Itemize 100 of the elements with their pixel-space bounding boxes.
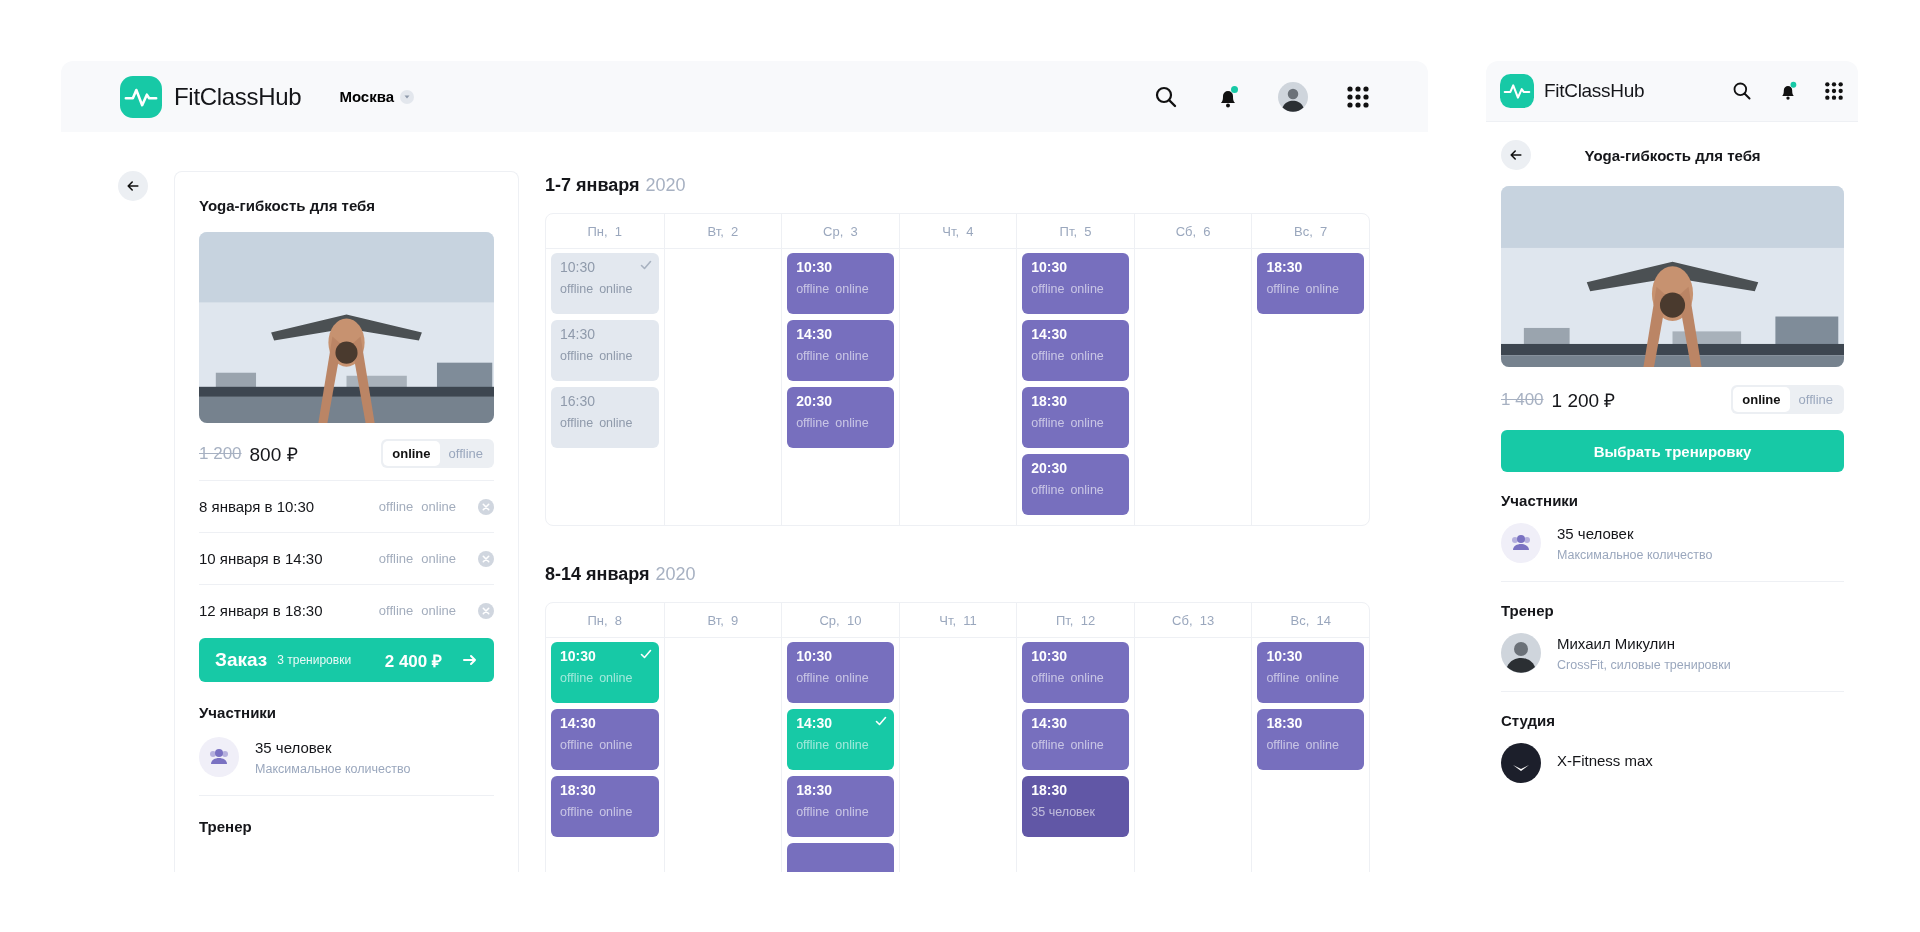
back-button[interactable] [118, 171, 148, 201]
old-price: 1 400 [1501, 389, 1544, 410]
caret-icon [400, 89, 415, 104]
mode-option[interactable]: online [383, 441, 440, 466]
slot-time: 10:30 [1031, 259, 1068, 275]
booking-mode: online [421, 499, 456, 514]
slot-label: online [835, 738, 869, 752]
slot-time: 14:30 [560, 715, 596, 731]
slot-label: offline [796, 349, 830, 363]
slot-label: offline [560, 671, 594, 685]
slot-label: online [1070, 483, 1104, 497]
slot-label: online [1070, 349, 1104, 363]
slot-label: offline [560, 282, 594, 296]
class-slot[interactable]: 10:30 offline online [787, 642, 894, 703]
apps-grid-icon[interactable] [1824, 81, 1844, 101]
class-slot[interactable]: 18:30 35 человек [1022, 776, 1129, 837]
booking-date: 8 января в 10:30 [199, 498, 316, 515]
class-slot[interactable]: 18:30 offline online [1022, 387, 1129, 448]
check-icon [639, 648, 652, 660]
day-header: Вт, 2 [664, 214, 782, 249]
search-icon[interactable] [1732, 81, 1752, 101]
class-slot[interactable]: 14:30 offline online [1022, 320, 1129, 381]
day-header: Пт, 5 [1017, 214, 1134, 249]
studio-name: X-Fitness max [1557, 751, 1653, 769]
back-button[interactable] [1501, 140, 1531, 170]
class-slot[interactable]: 10:30 offline online [1022, 642, 1129, 703]
slot-time: 14:30 [560, 326, 596, 342]
slot-time: 14:30 [1031, 715, 1068, 731]
class-slot[interactable]: 14:30 offline online [551, 709, 659, 770]
user-avatar[interactable] [1278, 81, 1308, 112]
slot-label: offline [796, 416, 830, 430]
slot-label: online [835, 349, 869, 363]
slot-time: 10:30 [1031, 648, 1068, 664]
class-slot[interactable]: 20:30 offline online [1022, 454, 1129, 515]
slot-time: 16:30 [560, 393, 596, 409]
slot-time: 18:30 [1266, 259, 1303, 275]
slot-label: online [599, 416, 633, 430]
class-slot[interactable]: 16:30 offline online [551, 387, 659, 448]
check-icon [874, 715, 887, 727]
slot-label: offline [796, 282, 830, 296]
slot-label: online [599, 282, 633, 296]
trainer-avatar [1501, 633, 1541, 673]
day-header: Вт, 9 [664, 603, 782, 638]
slot-time: 18:30 [560, 782, 596, 798]
slot-time: 20:30 [1031, 460, 1068, 476]
class-slot[interactable]: 10:30 offline online [1022, 253, 1129, 314]
booking-mode: offline [378, 551, 414, 566]
studio-logo-icon [1501, 743, 1541, 783]
participants-caption: Максимальное количество [255, 761, 411, 776]
class-slot[interactable]: 14:30 offline online [787, 320, 894, 381]
slot-time: 18:30 [796, 782, 832, 798]
booking-mode: offline [378, 603, 414, 618]
logo-text: FitClassHub [174, 82, 302, 111]
slot-label: online [1070, 738, 1104, 752]
mode-option[interactable]: online [1733, 387, 1790, 412]
slot-time: 18:30 [1031, 782, 1068, 798]
slot-label: offline [1031, 483, 1065, 497]
class-slot[interactable]: 18:30 offline online [551, 776, 659, 837]
search-icon[interactable] [1154, 84, 1178, 109]
slot-label: online [1070, 282, 1104, 296]
class-slot[interactable]: 10:30 offline online [551, 253, 659, 314]
class-slot[interactable]: 10:30 offline online [1257, 642, 1364, 703]
apps-grid-icon[interactable] [1346, 84, 1370, 109]
slot-time: 10:30 [796, 648, 832, 664]
slot-label: 35 человек [1031, 805, 1095, 819]
back-arrow-icon [1508, 147, 1524, 163]
day-header: Сб, 13 [1134, 603, 1252, 638]
slot-label: offline [1031, 738, 1065, 752]
slot-label: offline [1031, 416, 1065, 430]
slot-time: 18:30 [1266, 715, 1303, 731]
booking-date: 12 января в 18:30 [199, 602, 324, 619]
participants-count: 35 человек [1557, 524, 1635, 542]
city-dropdown[interactable]: Москва [339, 88, 415, 105]
back-arrow-icon [125, 178, 141, 194]
class-slot[interactable]: 20:30 offline online [787, 387, 894, 448]
slot-time: 14:30 [796, 326, 832, 342]
slot-label: offline [560, 805, 594, 819]
section-heading: Участники [199, 704, 278, 721]
slot-label: offline [1266, 282, 1300, 296]
class-slot[interactable]: 14:30 offline online [551, 320, 659, 381]
slot-label: online [599, 805, 633, 819]
check-icon [639, 259, 652, 271]
slot-time: 10:30 [796, 259, 832, 275]
slot-label: offline [560, 416, 594, 430]
class-title: Yoga-гибкость для тебя [199, 197, 376, 214]
week-range: 1-7 января [545, 175, 640, 197]
slot-time: 14:30 [796, 715, 832, 731]
class-slot[interactable]: 18:30 offline online [1257, 709, 1364, 770]
trainer-name: Михаил Микулин [1557, 634, 1677, 652]
class-slot[interactable]: 18:30 offline online [1257, 253, 1364, 314]
class-slot[interactable]: 18:30 offline online [787, 776, 894, 837]
slot-label: offline [1266, 671, 1300, 685]
slot-time: 18:30 [1031, 393, 1068, 409]
section-heading: Студия [1501, 712, 1557, 729]
class-slot[interactable]: 10:30 offline online [787, 253, 894, 314]
slot-time: 10:30 [560, 648, 596, 664]
slot-label: offline [1031, 282, 1065, 296]
class-slot[interactable]: 14:30 offline online [1022, 709, 1129, 770]
slot-label: offline [796, 738, 830, 752]
section-heading: Тренер [199, 818, 253, 835]
